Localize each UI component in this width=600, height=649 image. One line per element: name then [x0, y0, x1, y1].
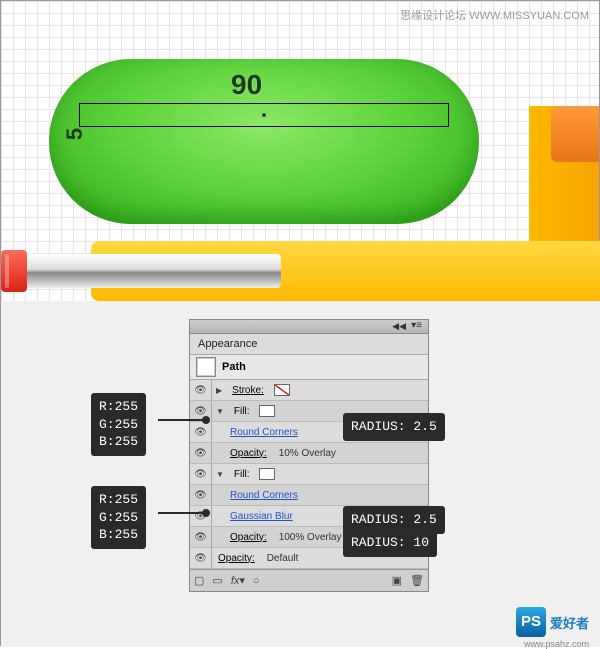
new-art-icon[interactable]: ▢: [194, 574, 204, 587]
opacity-value: 10% Overlay: [273, 448, 336, 459]
fill-label: Fill:: [228, 406, 256, 417]
opacity-label: Opacity:: [212, 553, 261, 564]
shape-barrel: [1, 254, 281, 288]
site-url: www.psahz.com: [524, 639, 589, 649]
row-round-corners-2[interactable]: 👁 Round Corners: [190, 485, 428, 506]
ps-text: 爱好者: [550, 613, 589, 632]
row-opacity-10[interactable]: 👁 Opacity: 10% Overlay: [190, 443, 428, 464]
canvas-artboard[interactable]: 90 5: [1, 1, 599, 301]
lower-area: ◀◀ ▾≡ Appearance Path 👁 ▶ Stroke: 👁 ▼ Fi…: [1, 301, 600, 647]
watermark-text: 思缘设计论坛 WWW.MISSYUAN.COM: [400, 7, 589, 23]
toggle-icon[interactable]: ○: [253, 575, 260, 587]
callout-rgb-2: R:255 G:255 B:255: [91, 486, 146, 549]
collapse-icon[interactable]: ▼: [212, 470, 228, 479]
fx-button[interactable]: fx▾: [231, 574, 245, 587]
visibility-icon[interactable]: 👁: [190, 422, 212, 442]
fill-swatch[interactable]: [259, 405, 275, 417]
visibility-icon[interactable]: 👁: [190, 485, 212, 505]
clear-icon[interactable]: ▭: [212, 574, 222, 587]
effect-link[interactable]: Gaussian Blur: [212, 511, 293, 522]
opacity-label: Opacity:: [212, 532, 273, 543]
visibility-icon[interactable]: 👁: [190, 527, 212, 547]
visibility-icon[interactable]: 👁: [190, 380, 212, 400]
row-stroke[interactable]: 👁 ▶ Stroke:: [190, 380, 428, 401]
panel-title[interactable]: Appearance: [190, 334, 428, 355]
callout-connector: [158, 419, 206, 421]
fill-swatch[interactable]: [259, 468, 275, 480]
shape-green-pill[interactable]: [49, 59, 479, 224]
opacity-value: Default: [261, 553, 299, 564]
shape-orange-cap: [551, 106, 599, 162]
visibility-icon[interactable]: 👁: [190, 464, 212, 484]
panel-menu-icon[interactable]: ▾≡: [411, 320, 422, 331]
callout-radius-1: RADIUS: 2.5: [343, 413, 445, 441]
stroke-swatch[interactable]: [274, 384, 290, 396]
callout-rgb-1: R:255 G:255 B:255: [91, 393, 146, 456]
panel-collapse-icon[interactable]: ◀◀: [392, 321, 406, 332]
fill-label: Fill:: [228, 469, 256, 480]
collapse-icon[interactable]: ▼: [212, 407, 228, 416]
effect-link[interactable]: Round Corners: [212, 427, 298, 438]
callout-radius-3: RADIUS: 10: [343, 529, 437, 557]
object-swatch[interactable]: [196, 357, 216, 377]
ps-badge: PS: [516, 607, 546, 637]
dimension-height: 5: [62, 128, 88, 140]
panel-footer: ▢ ▭ fx▾ ○ ▣ 🗑: [190, 569, 428, 591]
opacity-value: 100% Overlay: [273, 532, 342, 543]
selection-rectangle[interactable]: [79, 103, 449, 127]
visibility-icon[interactable]: 👁: [190, 548, 212, 568]
trash-icon[interactable]: 🗑: [410, 574, 424, 587]
row-fill-2[interactable]: 👁 ▼ Fill:: [190, 464, 428, 485]
visibility-icon[interactable]: 👁: [190, 506, 212, 526]
shape-red-tip: [1, 250, 27, 292]
duplicate-icon[interactable]: ▣: [392, 574, 402, 587]
site-logo: PS 爱好者: [516, 607, 589, 637]
effect-link[interactable]: Round Corners: [212, 490, 298, 501]
panel-object-row[interactable]: Path: [190, 355, 428, 380]
object-name: Path: [222, 361, 246, 373]
callout-connector: [158, 512, 206, 514]
expand-icon[interactable]: ▶: [212, 386, 226, 395]
dimension-width: 90: [231, 69, 262, 101]
panel-titlebar[interactable]: ◀◀ ▾≡: [190, 320, 428, 334]
opacity-label: Opacity:: [212, 448, 273, 459]
stroke-label: Stroke:: [226, 385, 270, 396]
visibility-icon[interactable]: 👁: [190, 443, 212, 463]
